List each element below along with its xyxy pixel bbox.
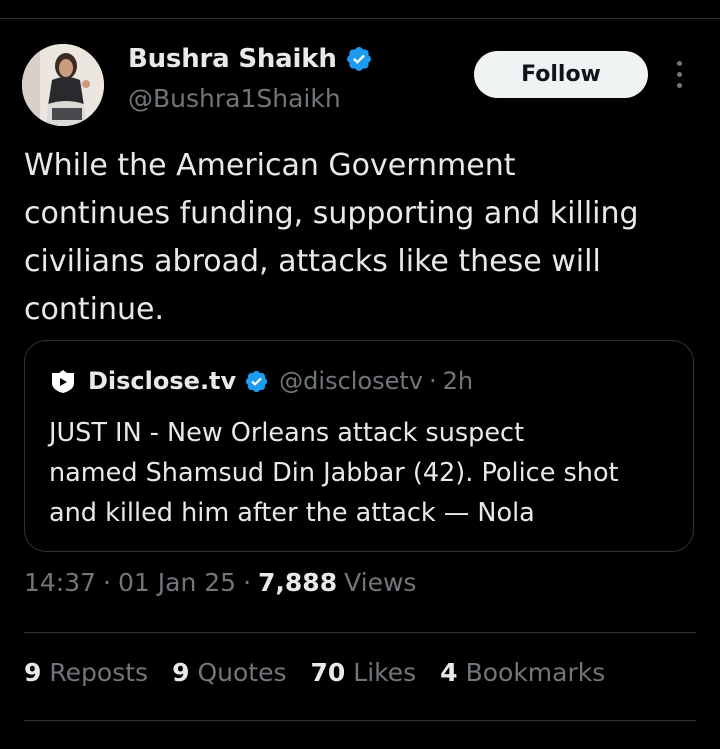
quoted-author-name: Disclose.tv [88, 367, 237, 395]
tweet-meta-row: 14:37 · 01 Jan 25 · 7,888 Views [24, 568, 416, 597]
avatar[interactable] [22, 44, 104, 126]
reposts-stat[interactable]: 9 Reposts [24, 658, 148, 687]
quoted-separator: · [429, 367, 437, 395]
views-count: 7,888 [258, 568, 338, 597]
tweet-text: While the American Government continues … [24, 148, 639, 327]
top-divider [0, 18, 720, 19]
quotes-stat[interactable]: 9 Quotes [172, 658, 286, 687]
quoted-tweet-text: JUST IN - New Orleans attack suspect nam… [49, 418, 619, 528]
meta-separator: · [103, 568, 111, 597]
author-name-row: Bushra Shaikh [128, 44, 373, 74]
author-display-name[interactable]: Bushra Shaikh [128, 44, 337, 74]
author-handle[interactable]: @Bushra1Shaikh [128, 84, 341, 113]
quoted-verified-badge-icon [245, 370, 268, 392]
reposts-label: Reposts [49, 658, 149, 687]
reposts-count: 9 [24, 658, 42, 687]
views-label: Views [344, 568, 417, 597]
quoted-tweet-header: Disclose.tv @disclosetv · 2h [50, 367, 473, 395]
engagement-stats: 9 Reposts 9 Quotes 70 Likes 4 Bookmarks [24, 658, 629, 687]
quoted-timestamp: 2h [442, 367, 474, 395]
quotes-count: 9 [172, 658, 190, 687]
avatar-photo-icon [22, 44, 104, 126]
tweet-date[interactable]: 01 Jan 25 [118, 568, 236, 597]
likes-count: 70 [310, 658, 346, 687]
meta-separator: · [243, 568, 252, 597]
verified-badge-icon [346, 47, 371, 71]
quotes-label: Quotes [197, 658, 287, 687]
quoted-tweet-card[interactable]: Disclose.tv @disclosetv · 2h JUST IN - N… [24, 340, 694, 552]
bookmarks-label: Bookmarks [465, 658, 606, 687]
likes-stat[interactable]: 70 Likes [311, 658, 417, 687]
more-options-icon[interactable] [669, 58, 689, 92]
quoted-author-handle: @disclosetv [279, 367, 424, 395]
bookmarks-stat[interactable]: 4 Bookmarks [440, 658, 605, 687]
stats-bottom-divider [24, 720, 696, 721]
likes-label: Likes [353, 658, 417, 687]
stats-top-divider [24, 632, 696, 633]
follow-button[interactable]: Follow [474, 51, 648, 98]
disclose-tv-logo-icon [52, 370, 74, 393]
bookmarks-count: 4 [440, 658, 458, 687]
tweet-time[interactable]: 14:37 [24, 568, 96, 597]
